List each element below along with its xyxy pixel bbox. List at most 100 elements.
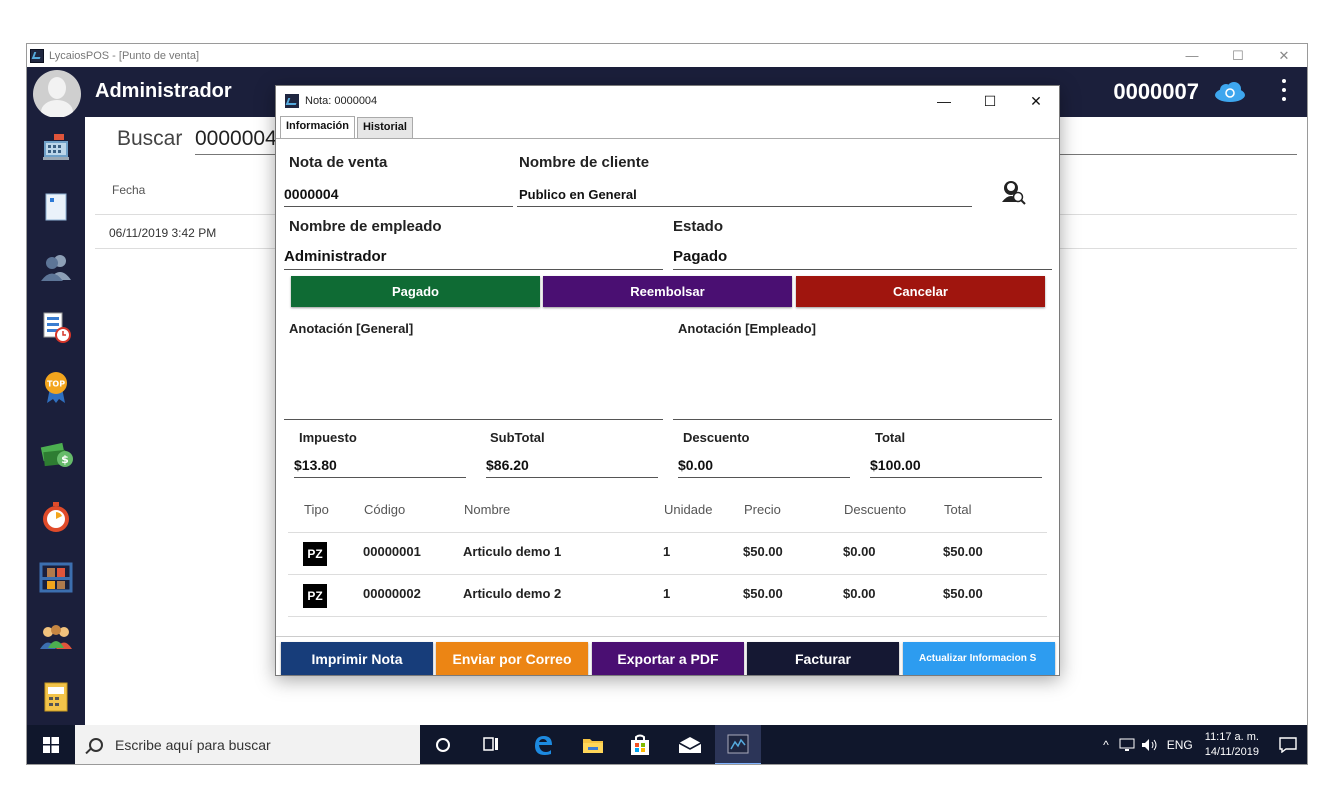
current-note-number: 0000007: [1113, 79, 1199, 104]
search-customer-icon[interactable]: [999, 178, 1027, 206]
window-title: LycaiosPOS - [Punto de venta]: [49, 49, 200, 62]
svg-text:TOP: TOP: [47, 380, 65, 389]
sidebar-item-calculator[interactable]: [36, 677, 76, 717]
taskbar-lycaiospos[interactable]: [715, 725, 761, 764]
column-header-total: Total: [944, 502, 972, 517]
taskbar-file-explorer[interactable]: [570, 725, 616, 764]
item-price: $50.00: [743, 586, 783, 601]
taskbar-store[interactable]: [617, 725, 663, 764]
field-underline: [486, 477, 658, 478]
dialog-minimize-button[interactable]: —: [921, 86, 967, 116]
start-button[interactable]: [27, 725, 75, 764]
windows-logo-icon: [43, 737, 59, 753]
taskbar-mail[interactable]: [667, 725, 713, 764]
taskbar-edge[interactable]: [520, 725, 566, 764]
notifications-icon[interactable]: [1279, 737, 1297, 753]
table-divider: [288, 616, 1047, 617]
cancel-button[interactable]: Cancelar: [796, 276, 1045, 307]
taskbar-search[interactable]: Escribe aquí para buscar: [75, 725, 420, 764]
total-field[interactable]: $100.00: [870, 457, 921, 473]
sidebar-item-money[interactable]: $: [36, 435, 76, 475]
sidebar-item-sales[interactable]: [36, 127, 76, 167]
sidebar-item-timer[interactable]: [36, 497, 76, 537]
column-header-fecha: Fecha: [112, 183, 146, 197]
sidebar-item-top[interactable]: TOP: [36, 367, 76, 407]
search-label: Buscar: [117, 127, 183, 150]
table-row[interactable]: 06/11/2019 3:42 PM: [109, 226, 216, 240]
volume-icon[interactable]: [1141, 738, 1159, 752]
refund-button[interactable]: Reembolsar: [543, 276, 792, 307]
field-underline: [294, 477, 466, 478]
annotation-general-textarea[interactable]: [284, 341, 663, 420]
sidebar: TOP $: [27, 117, 85, 725]
tax-field[interactable]: $13.80: [294, 457, 337, 473]
export-pdf-button[interactable]: Exportar a PDF: [592, 642, 744, 675]
language-indicator[interactable]: ENG: [1167, 738, 1193, 752]
window-titlebar[interactable]: LycaiosPOS - [Punto de venta] — ☐ ✕: [27, 44, 1307, 67]
table-divider: [288, 574, 1047, 575]
column-header-descuento: Descuento: [844, 502, 907, 517]
column-header-precio: Precio: [744, 502, 781, 517]
column-header-tipo: Tipo: [304, 502, 329, 517]
sidebar-item-notes[interactable]: [36, 187, 76, 227]
tab-informacion[interactable]: Información: [280, 116, 355, 138]
dialog-close-button[interactable]: ✕: [1013, 86, 1059, 116]
sidebar-item-employees[interactable]: [36, 617, 76, 657]
column-header-unidad: Unidade: [664, 502, 713, 517]
chevron-up-icon[interactable]: ^: [1103, 738, 1109, 752]
clock[interactable]: 11:17 a. m. 14/11/2019: [1205, 730, 1259, 760]
edge-icon: [535, 736, 552, 755]
avatar[interactable]: [33, 70, 81, 118]
close-button[interactable]: ✕: [1261, 44, 1307, 67]
network-icon[interactable]: [1119, 738, 1135, 752]
minimize-button[interactable]: —: [1169, 44, 1215, 67]
employee-name-field[interactable]: Administrador: [284, 248, 387, 265]
sidebar-item-customers[interactable]: [36, 247, 76, 287]
app-logo-icon: [727, 734, 749, 754]
app-logo-icon: [285, 94, 299, 108]
sale-note-field[interactable]: 0000004: [284, 186, 339, 202]
invoice-button[interactable]: Facturar: [747, 642, 899, 675]
item-name: Articulo demo 1: [463, 544, 562, 559]
dialog-titlebar[interactable]: Nota: 0000004 — ☐ ✕: [276, 86, 1059, 116]
dialog-maximize-button[interactable]: ☐: [967, 86, 1013, 116]
search-input[interactable]: 0000004: [195, 127, 277, 151]
discount-label: Descuento: [683, 430, 750, 445]
print-note-button[interactable]: Imprimir Nota: [281, 642, 433, 675]
task-view-icon: [483, 737, 498, 751]
clock-time: 11:17 a. m.: [1204, 731, 1259, 743]
paid-button[interactable]: Pagado: [291, 276, 540, 307]
top-badge-icon: TOP: [45, 372, 67, 403]
sidebar-item-inventory[interactable]: [36, 557, 76, 597]
field-underline: [517, 206, 972, 207]
subtotal-field[interactable]: $86.20: [486, 457, 529, 473]
money-icon: $: [40, 442, 73, 467]
column-header-nombre: Nombre: [464, 502, 511, 517]
report-clock-icon: [43, 312, 71, 343]
client-name-field[interactable]: Publico en General: [519, 187, 637, 202]
taskbar: Escribe aquí para buscar ^ ENG 11:17 a. …: [27, 725, 1307, 764]
send-email-button[interactable]: Enviar por Correo: [436, 642, 588, 675]
type-badge: PZ: [303, 584, 327, 608]
taskbar-search-placeholder: Escribe aquí para buscar: [115, 737, 271, 753]
cortana-button[interactable]: [420, 725, 466, 764]
cloud-sync-icon[interactable]: [1213, 81, 1247, 103]
discount-field[interactable]: $0.00: [678, 457, 713, 473]
annotation-employee-textarea[interactable]: [673, 341, 1052, 420]
status-field[interactable]: Pagado: [673, 248, 727, 265]
svg-text:$: $: [61, 453, 69, 466]
status-label: Estado: [673, 218, 724, 235]
sidebar-item-reports[interactable]: [36, 307, 76, 347]
maximize-button[interactable]: ☐: [1215, 44, 1261, 67]
tab-historial[interactable]: Historial: [356, 117, 413, 139]
warehouse-icon: [39, 562, 73, 593]
search-icon: [89, 738, 103, 752]
more-menu-icon[interactable]: [1281, 79, 1287, 101]
item-units: 1: [663, 544, 671, 559]
task-view-button[interactable]: [468, 725, 514, 764]
cash-register-icon: [43, 134, 69, 160]
update-info-button[interactable]: Actualizar Informacion S: [903, 642, 1055, 675]
annotation-general-label: Anotación [General]: [289, 321, 414, 336]
tab-divider: [276, 138, 1059, 139]
users-icon: [41, 255, 71, 281]
